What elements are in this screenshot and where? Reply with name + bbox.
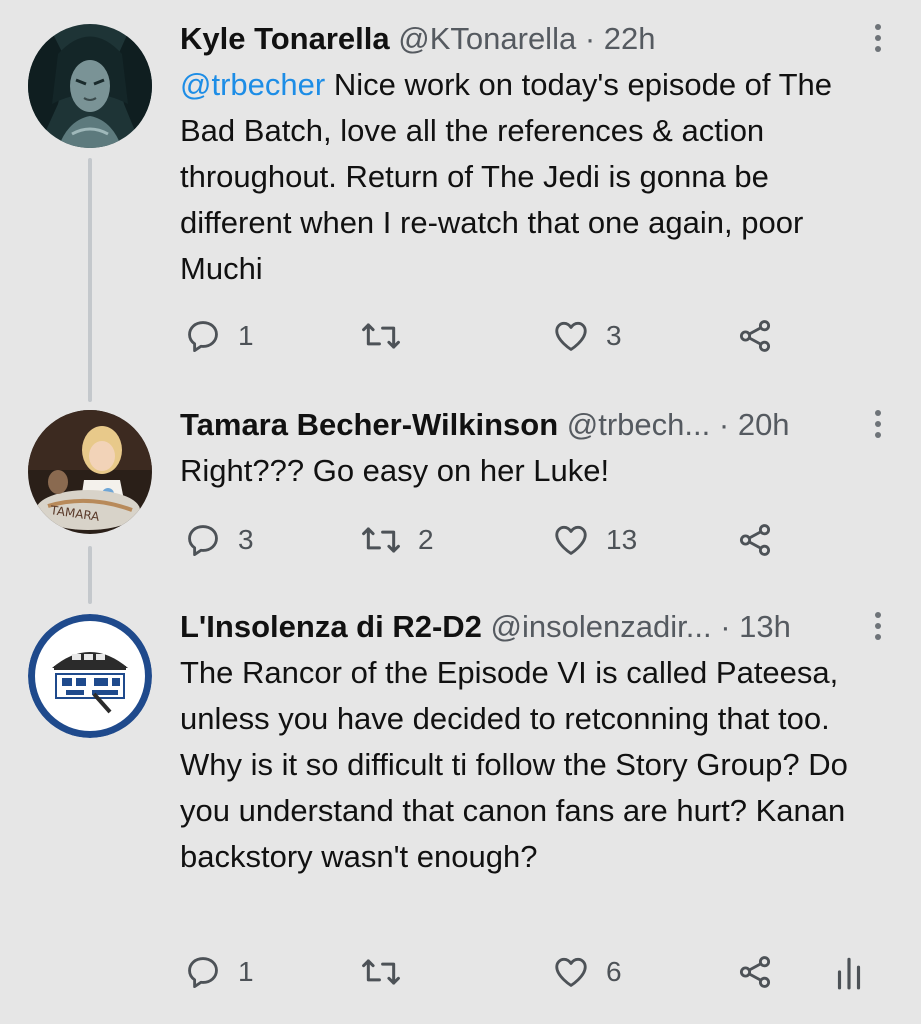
like-button[interactable]: 13 (552, 518, 637, 562)
reply-count: 3 (238, 524, 254, 555)
separator: · (718, 407, 730, 442)
retweet-button[interactable] (360, 950, 418, 994)
timestamp[interactable]: 22h (604, 21, 656, 56)
share-button[interactable] (736, 950, 774, 994)
author-name[interactable]: Tamara Becher-Wilkinson (180, 407, 558, 442)
share-icon (739, 320, 771, 352)
like-button[interactable]: 3 (552, 314, 622, 358)
reply-button[interactable]: 1 (184, 950, 254, 994)
tweet-text: @trbecher Nice work on today's episode o… (180, 62, 880, 292)
analytics-icon (837, 957, 861, 990)
like-count: 3 (606, 320, 622, 351)
retweet-button[interactable] (360, 314, 418, 358)
author-handle[interactable]: @trbech... (567, 407, 710, 442)
tweet-actions: 1 6 (180, 950, 900, 994)
like-button[interactable]: 6 (552, 950, 622, 994)
tweet-text: The Rancor of the Episode VI is called P… (180, 650, 880, 880)
retweet-count: 2 (418, 524, 434, 555)
author-name[interactable]: L'Insolenza di R2-D2 (180, 609, 482, 644)
avatar[interactable] (28, 24, 152, 148)
more-icon[interactable] (871, 18, 885, 58)
timestamp[interactable]: 20h (738, 407, 790, 442)
tweet[interactable]: Kyle Tonarella @KTonarella · 22h @trbech… (0, 0, 921, 400)
tweet-text-content: Right??? Go easy on her Luke! (180, 453, 610, 488)
tweet-header: L'Insolenza di R2-D2 @insolenzadir... · … (180, 606, 861, 648)
reply-count: 1 (238, 956, 254, 987)
tweet-header: Tamara Becher-Wilkinson @trbech... · 20h (180, 404, 861, 446)
tweet-text: Right??? Go easy on her Luke! (180, 448, 880, 494)
tweet-actions: 3 2 13 (180, 518, 900, 562)
share-icon (739, 524, 771, 556)
author-handle[interactable]: @KTonarella (398, 21, 576, 56)
share-icon (739, 956, 771, 988)
author-handle[interactable]: @insolenzadir... (491, 609, 712, 644)
retweet-icon (362, 959, 400, 985)
like-count: 6 (606, 956, 622, 987)
avatar[interactable]: TAMARA (28, 410, 152, 534)
reply-button[interactable]: 1 (184, 314, 254, 358)
tweet-header: Kyle Tonarella @KTonarella · 22h (180, 18, 861, 60)
tweet[interactable]: L'Insolenza di R2-D2 @insolenzadir... · … (0, 600, 921, 1024)
heart-icon (555, 525, 587, 555)
reply-icon (188, 321, 218, 352)
heart-icon (555, 321, 587, 351)
analytics-button[interactable] (832, 950, 866, 994)
retweet-icon (362, 323, 400, 349)
retweet-button[interactable]: 2 (360, 518, 434, 562)
reply-icon (188, 525, 218, 556)
separator: · (584, 21, 596, 56)
share-button[interactable] (736, 518, 774, 562)
mention-link[interactable]: @trbecher (180, 67, 325, 102)
retweet-icon (362, 527, 400, 553)
tweet[interactable]: TAMARA Tamara Becher-Wilkinson @trbech..… (0, 400, 921, 600)
heart-icon (555, 957, 587, 987)
more-icon[interactable] (871, 606, 885, 646)
reply-icon (188, 957, 218, 988)
reply-button[interactable]: 3 (184, 518, 254, 562)
avatar[interactable] (28, 614, 152, 738)
like-count: 13 (606, 524, 638, 555)
author-name[interactable]: Kyle Tonarella (180, 21, 390, 56)
reply-count: 1 (238, 320, 254, 351)
share-button[interactable] (736, 314, 774, 358)
tweet-text-content: The Rancor of the Episode VI is called P… (180, 655, 848, 874)
separator: · (720, 609, 731, 644)
tweet-actions: 1 3 (180, 314, 900, 358)
timestamp[interactable]: 13h (739, 609, 791, 644)
more-icon[interactable] (871, 404, 885, 444)
